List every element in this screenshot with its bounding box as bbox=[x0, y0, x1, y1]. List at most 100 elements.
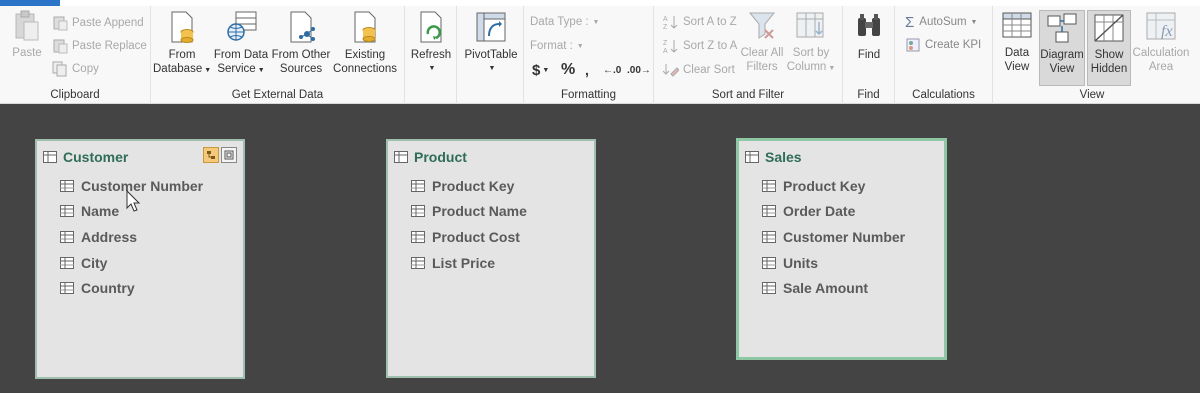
data-service-icon bbox=[227, 11, 257, 41]
hierarchy-button[interactable] bbox=[203, 147, 219, 163]
find-button[interactable]: Find bbox=[846, 10, 892, 62]
from-other-sources-button[interactable]: From Other Sources bbox=[270, 10, 332, 76]
copy-icon bbox=[52, 61, 67, 77]
dropdown-caret-icon: ▼ bbox=[968, 18, 978, 26]
show-hidden-button[interactable]: Show Hidden bbox=[1087, 10, 1131, 86]
kpi-icon bbox=[906, 38, 920, 52]
from-data-service-label-line1: From Data bbox=[213, 49, 269, 61]
table-customer[interactable]: Customer Customer Number Name Address Ci… bbox=[35, 139, 245, 379]
currency-label: $ bbox=[532, 61, 541, 79]
data-view-button[interactable]: Data View bbox=[995, 10, 1039, 74]
table-icon bbox=[43, 151, 57, 163]
paste-button[interactable]: Paste bbox=[6, 10, 48, 60]
clear-sort-label: Clear Sort bbox=[683, 64, 735, 76]
column-row[interactable]: Country bbox=[37, 275, 243, 301]
sort-by-column-label-text: Column bbox=[786, 61, 827, 73]
column-name: Units bbox=[783, 254, 818, 271]
table-header[interactable]: Sales bbox=[739, 141, 944, 173]
column-name: Customer Number bbox=[783, 228, 906, 245]
from-database-label-line2: Database ▼ bbox=[153, 62, 211, 78]
sort-by-column-icon bbox=[796, 12, 824, 38]
column-row[interactable]: Product Key bbox=[388, 173, 594, 199]
table-name: Sales bbox=[765, 149, 802, 165]
pivottable-button[interactable]: PivotTable ▼ bbox=[460, 10, 522, 76]
table-sales[interactable]: Sales Product Key Order Date Customer Nu… bbox=[736, 138, 947, 360]
dropdown-caret-icon: ▼ bbox=[542, 66, 550, 74]
increase-decimal-icon: ←.0 bbox=[603, 64, 622, 76]
paste-replace-button[interactable]: Paste Replace bbox=[52, 36, 147, 56]
column-row[interactable]: Sale Amount bbox=[739, 275, 944, 301]
diagram-canvas[interactable]: Customer Customer Number Name Address Ci… bbox=[0, 104, 1200, 393]
calculation-area-button[interactable]: fx Calculation Area bbox=[1131, 10, 1191, 74]
clear-all-filters-button[interactable]: Clear All Filters bbox=[738, 10, 786, 74]
column-icon bbox=[411, 230, 425, 243]
sort-z-to-a-button[interactable]: ZA Sort Z to A bbox=[663, 36, 737, 56]
clear-all-filters-label-line2: Filters bbox=[746, 61, 778, 73]
column-row[interactable]: Customer Number bbox=[37, 173, 243, 199]
from-other-sources-label-line1: From Other bbox=[271, 49, 331, 61]
currency-format-button[interactable]: $ ▼ bbox=[532, 60, 549, 80]
column-row[interactable]: Address bbox=[37, 224, 243, 250]
paste-append-icon bbox=[53, 16, 68, 31]
clipboard-group: Paste Paste Append Paste Replace Copy Cl… bbox=[0, 6, 151, 104]
maximize-table-button[interactable] bbox=[221, 147, 237, 163]
autosum-button[interactable]: Σ AutoSum ▼ bbox=[905, 12, 977, 32]
from-data-service-button[interactable]: From Data Service ▼ bbox=[212, 10, 270, 78]
show-hidden-icon bbox=[1094, 14, 1124, 42]
find-group: Find Find bbox=[843, 6, 895, 104]
format-dropdown[interactable]: Format : ▼ bbox=[530, 36, 584, 56]
percent-format-button[interactable]: % bbox=[561, 60, 575, 80]
binoculars-icon bbox=[858, 14, 880, 36]
from-database-label-text: Database bbox=[153, 63, 203, 75]
calculation-area-icon: fx bbox=[1146, 12, 1176, 40]
increase-decimal-button[interactable]: ←.0 bbox=[603, 60, 621, 80]
existing-connections-icon bbox=[354, 11, 376, 43]
sort-a-to-z-button[interactable]: AZ Sort A to Z bbox=[663, 12, 737, 32]
find-label: Find bbox=[857, 49, 881, 61]
column-icon bbox=[411, 256, 425, 269]
calculations-group: Σ AutoSum ▼ Create KPI Calculations bbox=[895, 6, 993, 104]
column-row[interactable]: Units bbox=[739, 250, 944, 276]
clear-filter-icon bbox=[748, 12, 776, 39]
column-row[interactable]: Order Date bbox=[739, 199, 944, 225]
column-name: Customer Number bbox=[81, 177, 204, 194]
column-row[interactable]: Customer Number bbox=[739, 224, 944, 250]
column-name: Product Key bbox=[432, 177, 515, 194]
column-name: Sale Amount bbox=[783, 280, 869, 297]
refresh-group: Refresh ▼ bbox=[405, 6, 457, 104]
comma-format-button[interactable]: , bbox=[585, 60, 589, 80]
column-row[interactable]: Product Cost bbox=[388, 224, 594, 250]
decrease-decimal-icon: .00→ bbox=[627, 64, 651, 76]
column-row[interactable]: Product Name bbox=[388, 199, 594, 225]
column-row[interactable]: City bbox=[37, 250, 243, 276]
column-row[interactable]: Name bbox=[37, 199, 243, 225]
paste-append-label: Paste Append bbox=[72, 17, 144, 29]
data-type-dropdown[interactable]: Data Type : ▼ bbox=[530, 12, 599, 32]
get-external-data-group: From Database ▼ From Data Service ▼ From O… bbox=[151, 6, 405, 104]
table-product[interactable]: Product Product Key Product Name Product… bbox=[386, 139, 596, 378]
table-name: Customer bbox=[63, 149, 129, 165]
paste-append-button[interactable]: Paste Append bbox=[52, 13, 144, 33]
existing-connections-label-line2: Connections bbox=[333, 63, 397, 75]
column-row[interactable]: List Price bbox=[388, 250, 594, 276]
column-row[interactable]: Product Key bbox=[739, 173, 944, 199]
table-header[interactable]: Product bbox=[388, 141, 594, 173]
create-kpi-button[interactable]: Create KPI bbox=[905, 35, 981, 55]
view-group: Data View Diagram View Show Hidden fx Ca… bbox=[993, 6, 1191, 104]
decrease-decimal-button[interactable]: .00→ bbox=[627, 60, 651, 80]
diagram-view-button[interactable]: Diagram View bbox=[1039, 10, 1085, 86]
column-icon bbox=[762, 205, 776, 218]
existing-connections-button[interactable]: Existing Connections bbox=[332, 10, 398, 76]
copy-button[interactable]: Copy bbox=[52, 59, 99, 79]
clear-sort-button[interactable]: Clear Sort bbox=[663, 60, 735, 80]
percent-label: % bbox=[561, 61, 576, 78]
maximize-icon bbox=[224, 150, 234, 160]
powerpivot-window: Paste Paste Append Paste Replace Copy Cl… bbox=[0, 0, 1200, 393]
data-view-icon bbox=[1002, 12, 1032, 38]
from-database-button[interactable]: From Database ▼ bbox=[153, 10, 211, 78]
svg-text:Z: Z bbox=[663, 24, 668, 30]
sort-by-column-button[interactable]: Sort by Column ▼ bbox=[786, 10, 836, 76]
refresh-button[interactable]: Refresh ▼ bbox=[407, 10, 455, 76]
diagram-view-icon bbox=[1047, 13, 1077, 43]
show-hidden-label-line1: Show bbox=[1094, 49, 1124, 61]
